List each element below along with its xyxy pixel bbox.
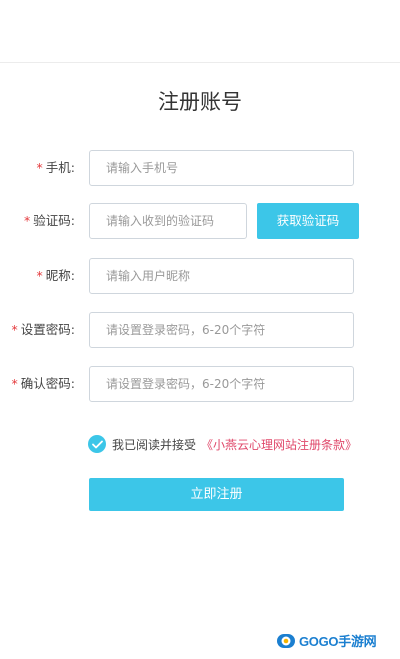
top-header-bar	[0, 0, 400, 63]
confirm-password-input[interactable]	[89, 366, 354, 402]
phone-label: * 手机:	[37, 150, 75, 186]
page-title: 注册账号	[158, 90, 242, 114]
register-button[interactable]: 立即注册	[89, 478, 344, 511]
required-mark: *	[24, 213, 31, 228]
gamepad-logo-icon	[277, 633, 295, 648]
terms-link[interactable]: 《小燕云心理网站注册条款》	[201, 436, 357, 453]
set-password-input[interactable]	[89, 312, 354, 348]
nickname-row: * 昵称:	[0, 258, 400, 294]
required-mark: *	[11, 376, 18, 391]
agreement-checkbox[interactable]	[88, 435, 106, 453]
phone-label-text: 手机:	[45, 160, 75, 175]
required-mark: *	[36, 268, 43, 283]
confirm-password-row: * 确认密码:	[0, 366, 400, 402]
check-icon	[91, 440, 103, 448]
verification-code-input[interactable]	[89, 203, 247, 239]
phone-row: * 手机:	[0, 150, 400, 186]
required-mark: *	[36, 160, 43, 175]
required-mark: *	[11, 322, 18, 337]
gogo-watermark-logo: GOGO手游网	[276, 631, 377, 650]
set-password-label: * 设置密码:	[12, 312, 75, 348]
nickname-label: * 昵称:	[37, 258, 75, 294]
confirm-password-label: * 确认密码:	[12, 366, 75, 402]
get-verification-code-button[interactable]: 获取验证码	[257, 203, 359, 239]
nickname-input[interactable]	[89, 258, 354, 294]
agreement-text: 我已阅读并接受	[112, 437, 197, 452]
agreement-row: 我已阅读并接受 《小燕云心理网站注册条款》	[88, 434, 357, 454]
set-password-label-text: 设置密码:	[20, 322, 75, 337]
nickname-label-text: 昵称:	[45, 268, 75, 283]
verification-code-label: * 验证码:	[24, 203, 75, 239]
set-password-row: * 设置密码:	[0, 312, 400, 348]
confirm-password-label-text: 确认密码:	[20, 376, 75, 391]
phone-input[interactable]	[89, 150, 354, 186]
watermark-text: GOGO手游网	[299, 634, 377, 649]
verification-code-label-text: 验证码:	[33, 213, 75, 228]
verification-code-row: *验证码: 获取验证码	[0, 203, 400, 239]
